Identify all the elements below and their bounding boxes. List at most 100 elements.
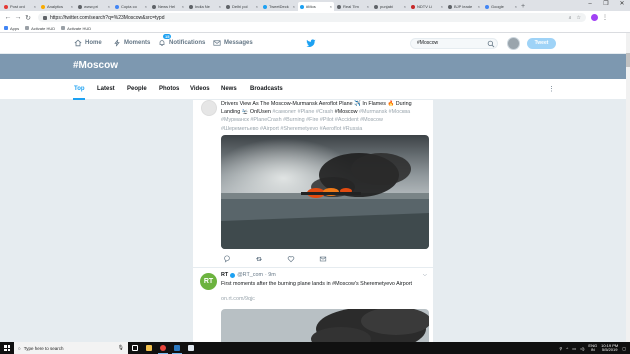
browser-tab[interactable]: Google ×: [483, 2, 519, 11]
browser-tab[interactable]: Delhi pol ×: [224, 2, 260, 11]
search-icon[interactable]: [487, 40, 495, 48]
tweet-author-avatar[interactable]: [201, 100, 217, 116]
tweet-link[interactable]: on.rt.com/9qjc: [221, 296, 255, 302]
tab-close-icon[interactable]: ×: [108, 4, 110, 9]
twitter-bird-icon[interactable]: [306, 39, 316, 48]
language-indicator[interactable]: ENG IN: [588, 343, 597, 353]
taskbar-search-box[interactable]: ○ Type here to search 🎙: [14, 342, 128, 354]
tab-close-icon[interactable]: ×: [515, 4, 517, 9]
tab-favicon-icon: [189, 4, 193, 9]
tab-top[interactable]: Top: [74, 86, 85, 92]
back-icon[interactable]: ←: [3, 14, 13, 21]
nav-home[interactable]: Home: [74, 39, 102, 47]
tab-close-icon[interactable]: ×: [441, 4, 443, 9]
forward-icon[interactable]: →: [13, 14, 23, 21]
verified-badge-icon: [230, 272, 236, 278]
chrome-taskbar-icon[interactable]: [156, 342, 170, 354]
tab-title: www.pri: [84, 4, 99, 9]
tweet-author-avatar[interactable]: RT: [200, 273, 217, 290]
tweet-card[interactable]: Drivers View As The Moscow-Murmansk Aero…: [193, 100, 433, 268]
tab-latest[interactable]: Latest: [97, 86, 115, 92]
browser-tab[interactable]: India Ne ×: [187, 2, 223, 11]
browser-menu-icon[interactable]: ⋮: [602, 14, 608, 21]
tab-close-icon[interactable]: ×: [404, 4, 406, 9]
task-view-icon[interactable]: [128, 342, 142, 354]
tab-photos[interactable]: Photos: [159, 86, 179, 92]
globe-icon: [61, 26, 66, 30]
tweet-timestamp[interactable]: · 9m: [265, 272, 276, 278]
browser-tab[interactable]: Real Tim ×: [335, 2, 371, 11]
plane-fire-photo[interactable]: [221, 135, 429, 249]
network-icon[interactable]: ▭: [572, 346, 576, 351]
minimize-button[interactable]: –: [582, 0, 598, 9]
burning-plane-photo[interactable]: [221, 309, 429, 342]
user-avatar[interactable]: [507, 37, 520, 50]
nav-notifications[interactable]: 15 Notifications: [158, 34, 205, 47]
volume-icon[interactable]: ◁): [580, 346, 584, 351]
new-tab-button[interactable]: +: [521, 2, 525, 11]
browser-profile-avatar[interactable]: [591, 14, 598, 21]
microphone-icon[interactable]: 🎙: [118, 345, 124, 351]
tab-close-icon[interactable]: ×: [182, 4, 184, 9]
page-scrollbar[interactable]: [626, 33, 630, 342]
people-icon[interactable]: ⚲: [559, 346, 562, 351]
page-title: #Moscow: [73, 60, 119, 71]
tab-broadcasts[interactable]: Broadcasts: [250, 86, 283, 92]
browser-tab[interactable]: punjabi ×: [372, 2, 408, 11]
tab-videos[interactable]: Videos: [190, 86, 210, 92]
browser-tab[interactable]: Copia co ×: [113, 2, 149, 11]
browser-tab[interactable]: www.pri ×: [76, 2, 112, 11]
tab-close-icon[interactable]: ×: [293, 4, 295, 9]
file-explorer-icon[interactable]: [142, 342, 156, 354]
nav-messages[interactable]: Messages: [213, 39, 253, 47]
tweet-author-name[interactable]: RT: [221, 272, 228, 278]
dm-envelope-icon[interactable]: [319, 255, 327, 263]
browser-tab[interactable]: TweetDeck ×: [261, 2, 297, 11]
tweet-card[interactable]: RT RT @RT_com · 9m ⌵ First moments after…: [193, 268, 433, 342]
reload-icon[interactable]: ↻: [23, 14, 33, 22]
twitter-search-input[interactable]: #Moscow: [410, 38, 498, 49]
system-clock[interactable]: 10:19 PM 5/5/2019: [601, 343, 618, 353]
browser-tab[interactable]: #Mos ×: [298, 2, 334, 11]
tweet-author-handle[interactable]: @RT_com: [237, 272, 263, 278]
notepad-taskbar-icon[interactable]: [184, 342, 198, 354]
tray-chevron-icon[interactable]: ^: [566, 346, 568, 351]
tab-news[interactable]: News: [221, 86, 237, 92]
tab-close-icon[interactable]: ×: [71, 4, 73, 9]
reply-icon[interactable]: [223, 255, 231, 263]
tab-close-icon[interactable]: ×: [256, 4, 258, 9]
browser-tab[interactable]: NDTV Li ×: [409, 2, 445, 11]
close-window-button[interactable]: ✕: [614, 0, 630, 9]
window-controls: – ❐ ✕: [582, 0, 630, 9]
tab-close-icon[interactable]: ×: [367, 4, 369, 9]
maximize-button[interactable]: ❐: [598, 0, 614, 9]
notifications-icon[interactable]: ▢: [622, 346, 626, 351]
scrollbar-thumb[interactable]: [626, 53, 630, 67]
chevron-down-icon[interactable]: ⌵: [423, 272, 427, 278]
tweet-button[interactable]: Tweet: [527, 38, 556, 49]
browser-tab-strip: Post ord × Analytics × www.pri × Copia co × News…: [0, 0, 630, 11]
browser-tab[interactable]: Post ord ×: [2, 2, 38, 11]
bookmark-activate-hud-2[interactable]: Activate HUD: [61, 26, 91, 31]
twitter-top-nav: Home Moments 15 Notifications Messages #…: [0, 33, 626, 54]
tab-close-icon[interactable]: ×: [478, 4, 480, 9]
retweet-icon[interactable]: [255, 255, 263, 263]
tab-close-icon[interactable]: ×: [219, 4, 221, 9]
more-options-icon[interactable]: ⋮: [548, 85, 555, 93]
browser-tab[interactable]: News Hel ×: [150, 2, 186, 11]
photos-taskbar-icon[interactable]: [170, 342, 184, 354]
like-icon[interactable]: [287, 255, 295, 263]
nav-moments[interactable]: Moments: [113, 39, 150, 47]
star-icon[interactable]: ☆: [577, 15, 581, 21]
start-button[interactable]: [0, 342, 14, 354]
tab-people[interactable]: People: [127, 86, 147, 92]
tab-close-icon[interactable]: ×: [330, 4, 332, 9]
tab-close-icon[interactable]: ×: [34, 4, 36, 9]
bookmark-apps[interactable]: Apps: [4, 26, 19, 31]
browser-tab[interactable]: BJP leade ×: [446, 2, 482, 11]
zoom-icon[interactable]: ⌕: [569, 15, 572, 21]
address-bar[interactable]: https://twitter.com/search?q=%23Moscow&s…: [38, 13, 586, 22]
browser-tab[interactable]: Analytics ×: [39, 2, 75, 11]
tab-close-icon[interactable]: ×: [145, 4, 147, 9]
bookmark-activate-hud-1[interactable]: Activate HUD: [25, 26, 55, 31]
